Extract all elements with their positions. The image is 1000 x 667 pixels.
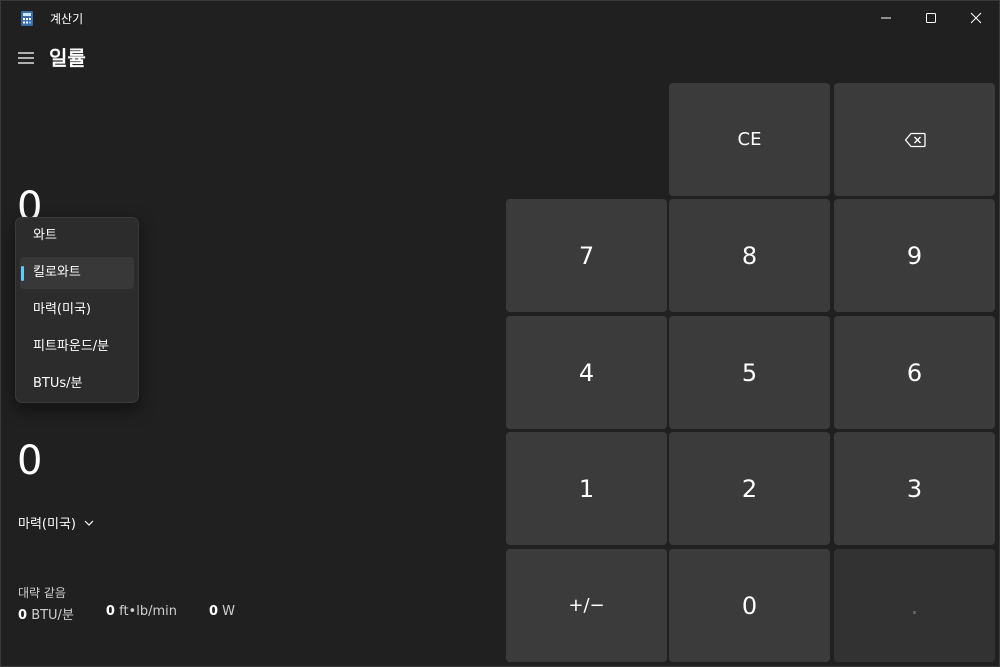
digit-label: 9 <box>906 241 923 270</box>
unit-option-watt[interactable]: 와트 <box>20 220 134 252</box>
digit-6-button[interactable]: 6 <box>834 316 995 429</box>
close-icon <box>970 12 982 24</box>
unit-option-label: 킬로와트 <box>33 265 81 280</box>
unit-option-btu-per-min[interactable]: BTUs/분 <box>20 368 134 400</box>
digit-label: 6 <box>906 358 923 387</box>
digit-label: 8 <box>741 241 758 270</box>
digit-5-button[interactable]: 5 <box>669 316 830 429</box>
digit-label: 4 <box>578 358 595 387</box>
minimize-icon <box>881 17 891 19</box>
approx-item-btu: 0 BTU/분 <box>18 604 74 623</box>
digit-label: 2 <box>741 474 758 503</box>
approx-unit: BTU/분 <box>31 608 74 623</box>
backspace-icon <box>904 132 926 147</box>
digit-8-button[interactable]: 8 <box>669 199 830 312</box>
digit-label: 1 <box>578 474 595 503</box>
approx-label: 대략 같음 <box>18 586 66 600</box>
negate-label: +/− <box>568 595 605 616</box>
calculator-window: 계산기 일률 0 0 마력(미국) 대략 같음 0 BTU/분 0 ft•lb/… <box>0 0 1000 667</box>
unit-option-label: 와트 <box>33 228 57 243</box>
close-button[interactable] <box>953 1 999 35</box>
approx-unit: ft•lb/min <box>119 604 177 619</box>
digit-7-button[interactable]: 7 <box>506 199 667 312</box>
unit-option-label: 피트파운드/분 <box>33 339 110 354</box>
app-title: 계산기 <box>50 12 84 26</box>
negate-button[interactable]: +/− <box>506 549 667 662</box>
unit-option-label: 마력(미국) <box>33 302 91 317</box>
approx-value: 0 <box>208 604 219 619</box>
approx-value: 0 <box>18 608 28 623</box>
selection-indicator <box>21 266 24 281</box>
mode-title: 일률 <box>49 46 86 70</box>
maximize-icon <box>926 13 936 23</box>
unit-option-ftlb-per-min[interactable]: 피트파운드/분 <box>20 331 134 363</box>
title-bar[interactable]: 계산기 <box>1 1 999 35</box>
approx-values: 0 BTU/분 0 ft•lb/min 0 W <box>18 604 267 623</box>
to-unit-dropdown[interactable]: 마력(미국) <box>18 513 94 532</box>
digit-2-button[interactable]: 2 <box>669 432 830 545</box>
digit-4-button[interactable]: 4 <box>506 316 667 429</box>
chevron-down-icon <box>84 520 94 526</box>
minimize-button[interactable] <box>863 1 909 35</box>
unit-option-kilowatt[interactable]: 킬로와트 <box>20 257 134 289</box>
approx-unit: W <box>222 604 236 619</box>
decimal-button[interactable]: . <box>834 549 995 662</box>
digit-9-button[interactable]: 9 <box>834 199 995 312</box>
digit-label: 5 <box>741 358 758 387</box>
clear-entry-label: CE <box>737 129 762 150</box>
approx-item-watt: 0 W <box>209 604 235 623</box>
digit-3-button[interactable]: 3 <box>834 432 995 545</box>
maximize-button[interactable] <box>908 1 954 35</box>
digit-label: 0 <box>741 591 758 620</box>
calculator-app-icon <box>21 11 33 26</box>
to-value-display[interactable]: 0 <box>17 433 42 489</box>
digit-label: 3 <box>906 474 923 503</box>
digit-0-button[interactable]: 0 <box>669 549 830 662</box>
to-unit-label: 마력(미국) <box>18 517 76 532</box>
digit-label: 7 <box>578 241 595 270</box>
hamburger-menu-icon[interactable] <box>17 51 35 65</box>
unit-dropdown-flyout: 와트 킬로와트 마력(미국) 피트파운드/분 BTUs/분 <box>15 217 139 403</box>
clear-entry-button[interactable]: CE <box>669 83 830 196</box>
digit-1-button[interactable]: 1 <box>506 432 667 545</box>
unit-option-label: BTUs/분 <box>33 376 83 391</box>
decimal-label: . <box>910 591 919 620</box>
backspace-button[interactable] <box>834 83 995 196</box>
approx-item-ftlb: 0 ft•lb/min <box>106 604 177 623</box>
unit-option-horsepower[interactable]: 마력(미국) <box>20 294 134 326</box>
approx-value: 0 <box>105 604 115 619</box>
